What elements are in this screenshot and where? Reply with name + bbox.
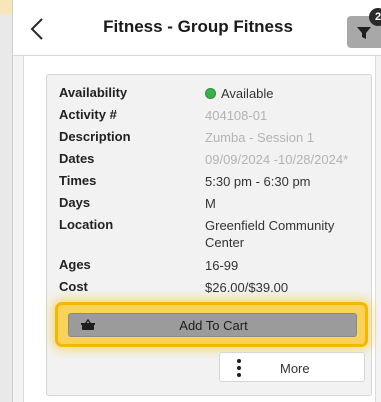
times-label: Times	[59, 173, 97, 188]
more-button[interactable]: More	[219, 352, 365, 382]
activity-number-label: Activity #	[59, 107, 117, 122]
ages-label: Ages	[59, 257, 91, 272]
content-area: Availability Available Activity # 404108…	[13, 56, 381, 402]
availability-text: Available	[221, 86, 274, 101]
available-status-icon	[205, 88, 216, 99]
days-value: M	[205, 196, 216, 211]
chevron-left-icon	[30, 18, 43, 40]
activity-number-value: 404108-01	[205, 108, 268, 123]
dates-value: 09/09/2024 -10/28/2024*	[205, 152, 349, 167]
more-label: More	[280, 361, 310, 376]
vertical-ellipsis-icon	[237, 359, 241, 377]
detail-page[interactable]: Availability Available Activity # 404108…	[23, 56, 376, 402]
dates-label: Dates	[59, 151, 95, 166]
availability-value: Available	[205, 85, 365, 102]
days-label: Days	[59, 195, 91, 210]
add-to-cart-label: Add To Cart	[179, 318, 248, 333]
nav-header: Fitness - Group Fitness	[13, 0, 381, 56]
page-title: Fitness - Group Fitness	[103, 17, 293, 36]
back-button[interactable]	[27, 16, 49, 42]
add-to-cart-button[interactable]: Add To Cart	[68, 313, 357, 337]
app-window: Fitness - Group Fitness Availability Ava…	[12, 0, 381, 402]
location-value: Greenfield Community Center	[205, 218, 335, 250]
description-value: Zumba - Session 1	[205, 130, 315, 145]
cost-label: Cost	[59, 279, 88, 294]
filter-count-badge: 2	[369, 8, 381, 26]
activity-detail-card: Availability Available Activity # 404108…	[46, 74, 372, 396]
outer-gutter	[0, 0, 12, 402]
ages-value: 16-99	[205, 258, 239, 273]
times-value: 5:30 pm - 6:30 pm	[205, 174, 311, 189]
description-label: Description	[59, 129, 131, 144]
cost-value: $26.00/$39.00	[205, 280, 289, 295]
availability-label: Availability	[59, 85, 128, 100]
location-label: Location	[59, 217, 114, 232]
